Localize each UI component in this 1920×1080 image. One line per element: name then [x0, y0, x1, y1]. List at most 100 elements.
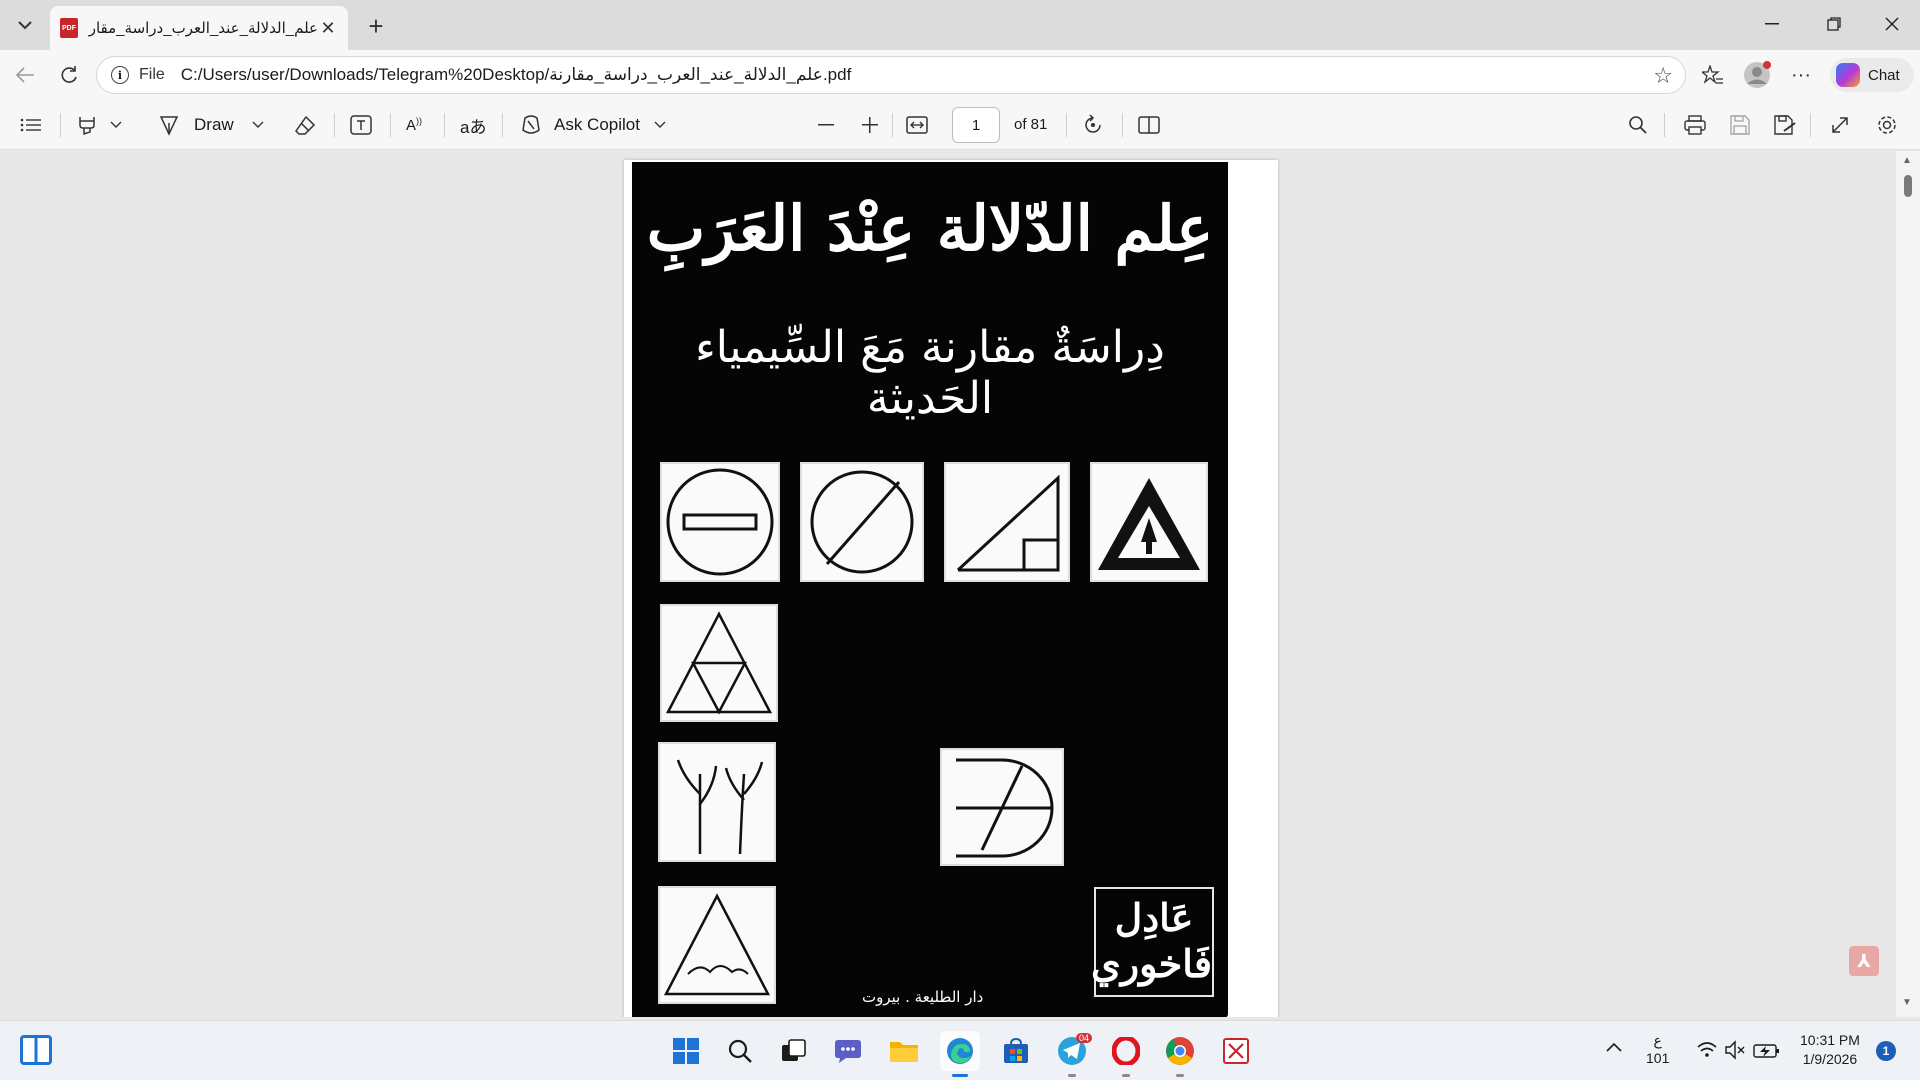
profile-button[interactable] — [1740, 58, 1774, 92]
notification-badge[interactable]: 1 — [1876, 1041, 1896, 1061]
half-circle-sign — [940, 748, 1064, 866]
store-button[interactable] — [996, 1031, 1036, 1071]
active-tab[interactable]: PDF علم_الدلالة_عند_العرب_دراسة_مقارنة ✕ — [50, 6, 348, 50]
running-indicator — [1122, 1074, 1130, 1077]
plant-sign — [658, 742, 776, 862]
taskbar-search-button[interactable] — [720, 1031, 760, 1071]
restore-button[interactable] — [1806, 0, 1862, 48]
book-cover: عِلم الدّلالة عِنْدَ العَرَبِ دِراسَةٌ م… — [632, 162, 1228, 1017]
chevron-down-icon[interactable] — [252, 121, 264, 129]
chevron-down-icon[interactable] — [110, 121, 122, 129]
chrome-button[interactable] — [1160, 1031, 1200, 1077]
no-entry-sign — [660, 462, 780, 582]
wifi-icon — [1697, 1042, 1717, 1057]
fit-to-width-button[interactable] — [906, 108, 928, 142]
ask-copilot-button[interactable]: Ask Copilot — [520, 108, 666, 142]
save-as-button[interactable] — [1774, 108, 1796, 142]
pdf-app-icon — [1223, 1038, 1249, 1064]
chat-bubble-icon — [835, 1040, 861, 1063]
draw-label: Draw — [194, 115, 234, 134]
more-menu-button[interactable]: ··· — [1784, 58, 1818, 92]
tab-list-button[interactable] — [8, 8, 42, 42]
page-view-button[interactable] — [1138, 108, 1160, 142]
opera-icon — [1112, 1037, 1140, 1065]
task-view-button[interactable] — [774, 1031, 814, 1071]
scroll-up-icon[interactable]: ▲ — [1902, 155, 1912, 166]
url-text[interactable]: C:/Users/user/Downloads/Telegram%20Deskt… — [181, 65, 852, 85]
print-button[interactable] — [1684, 108, 1706, 142]
search-icon — [1629, 116, 1647, 134]
clock-date: 1/9/2026 — [1802, 1051, 1858, 1067]
folder-icon — [890, 1042, 918, 1062]
clock[interactable]: 10:31 PM 1/9/2026 — [1800, 1031, 1860, 1069]
gear-icon — [1878, 116, 1896, 134]
telegram-button[interactable]: 04 — [1052, 1031, 1093, 1077]
title-bar: PDF علم_الدلالة_عند_العرب_دراسة_مقارنة ✕… — [0, 0, 1920, 50]
erase-button[interactable] — [294, 108, 316, 142]
acrobat-icon[interactable]: ⅄ — [1849, 946, 1879, 976]
two-page-view-icon — [1138, 116, 1160, 134]
author-last-name: فَاخوري — [1091, 941, 1212, 986]
start-button[interactable] — [666, 1031, 706, 1071]
minimize-button[interactable] — [1744, 0, 1800, 48]
copilot-outline-icon — [522, 115, 540, 134]
highlight-button[interactable] — [76, 108, 122, 142]
close-window-button[interactable] — [1864, 0, 1920, 48]
restore-icon — [1827, 17, 1841, 31]
settings-button[interactable] — [1876, 108, 1898, 142]
show-hidden-icons[interactable] — [1606, 1039, 1622, 1055]
address-bar[interactable]: i File C:/Users/user/Downloads/Telegram%… — [96, 56, 1686, 94]
taskbar: 04 ع 101 10:31 PM 1/9/2026 1 — [0, 1020, 1920, 1080]
read-aloud-button[interactable]: A)) — [406, 108, 422, 142]
book-title: عِلم الدّلالة عِنْدَ العَرَبِ — [646, 192, 1214, 265]
teams-chat-button[interactable] — [828, 1031, 868, 1071]
scheme-label: File — [139, 66, 165, 83]
zoom-out-button[interactable] — [818, 108, 834, 142]
close-tab-icon[interactable]: ✕ — [318, 18, 338, 39]
back-button[interactable] — [8, 58, 42, 92]
running-indicator — [1068, 1074, 1076, 1077]
minus-icon — [818, 124, 834, 126]
edge-browser-button[interactable] — [940, 1031, 980, 1077]
translate-icon: aあ — [460, 117, 487, 137]
opera-button[interactable] — [1106, 1031, 1146, 1077]
draw-pen-icon — [159, 116, 179, 136]
warning-triangle-sign — [1090, 462, 1208, 582]
contents-button[interactable] — [20, 108, 42, 142]
favorite-star-icon[interactable]: ☆ — [1653, 63, 1673, 89]
page-number-input[interactable]: 1 — [952, 107, 1000, 143]
avatar-icon — [1744, 61, 1771, 88]
expand-icon — [1832, 117, 1848, 133]
translate-button[interactable]: aあ — [460, 108, 486, 142]
find-button[interactable] — [1628, 108, 1648, 142]
rotate-button[interactable] — [1082, 108, 1104, 142]
save-button[interactable] — [1730, 108, 1750, 142]
eraser-icon — [295, 115, 316, 135]
pdf-app-button[interactable] — [1216, 1031, 1256, 1071]
circle-slash-sign — [800, 462, 924, 582]
pdf-viewer[interactable]: عِلم الدّلالة عِنْدَ العَرَبِ دِراسَةٌ م… — [0, 151, 1920, 1017]
clock-time: 10:31 PM — [1800, 1032, 1860, 1048]
plus-icon — [862, 117, 878, 133]
muted-speaker-icon — [1725, 1040, 1745, 1060]
favorites-button[interactable] — [1696, 58, 1730, 92]
refresh-button[interactable] — [52, 58, 86, 92]
new-tab-button[interactable]: + — [360, 10, 392, 42]
site-info-icon[interactable]: i — [111, 66, 129, 84]
vertical-scrollbar[interactable]: ▲ ▼ — [1896, 151, 1920, 1017]
zoom-in-button[interactable] — [862, 108, 878, 142]
draw-button[interactable]: Draw — [158, 108, 264, 142]
mountain-triangle-sign — [658, 886, 776, 1004]
widgets-icon[interactable] — [20, 1035, 52, 1065]
book-subtitle: دِراسَةٌ مقارنة مَعَ السِّيمياء الحَديثة — [695, 322, 1165, 424]
chevron-down-icon[interactable] — [654, 121, 666, 129]
add-text-button[interactable] — [350, 108, 372, 142]
scrollbar-thumb[interactable] — [1904, 175, 1912, 197]
scroll-down-icon[interactable]: ▼ — [1902, 997, 1912, 1008]
copilot-chat-button[interactable]: Chat — [1830, 58, 1914, 92]
network-sound-battery[interactable] — [1696, 1039, 1782, 1064]
file-explorer-button[interactable] — [884, 1031, 924, 1071]
input-language[interactable]: ع 101 — [1646, 1031, 1669, 1067]
minimize-icon — [1765, 23, 1779, 25]
full-screen-button[interactable] — [1830, 108, 1850, 142]
